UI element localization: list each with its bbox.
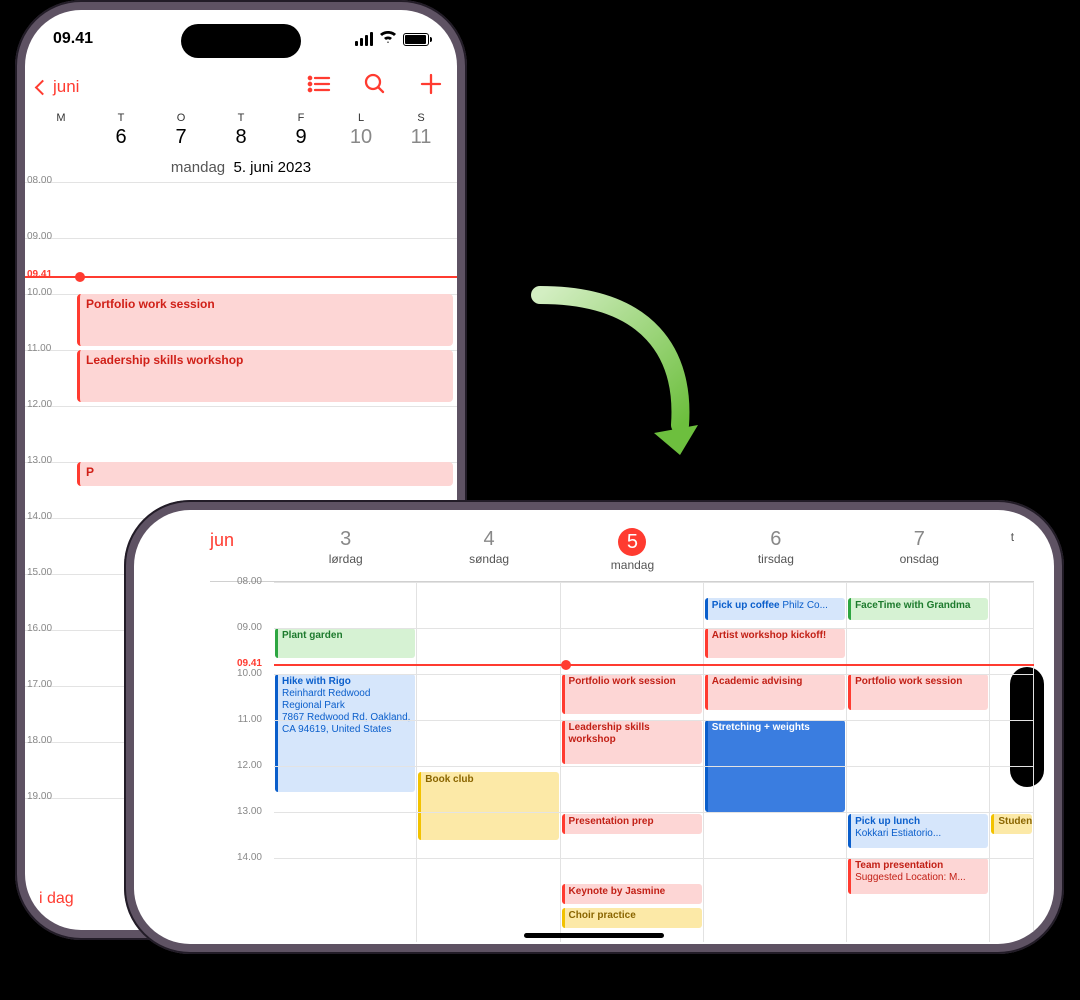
- status-icons: [355, 30, 429, 49]
- day-select[interactable]: 6: [91, 126, 151, 149]
- list-icon[interactable]: [307, 72, 331, 96]
- day-col-head[interactable]: 3lørdag: [274, 528, 417, 566]
- day-select[interactable]: 10: [331, 126, 391, 149]
- time-column: 08.0009.0010.0011.0012.0013.0014.0009.41: [210, 582, 274, 942]
- status-time: 09.41: [53, 30, 93, 48]
- event[interactable]: FaceTime with Grandma: [848, 598, 988, 620]
- day-select[interactable]: 9: [271, 126, 331, 149]
- day-select[interactable]: 5: [31, 126, 91, 149]
- col-mon: Portfolio work session Leadership skills …: [561, 582, 704, 942]
- weekday-row: MTOTFLS: [25, 104, 457, 126]
- event[interactable]: Keynote by Jasmine: [562, 884, 702, 904]
- event[interactable]: Leadership skills workshop: [77, 350, 453, 402]
- event[interactable]: Portfolio work session: [848, 674, 988, 710]
- battery-icon: [403, 33, 429, 46]
- chevron-left-icon: [35, 79, 51, 95]
- week-view: jun 3lørdag 4søndag 5mandag 6tirsdag 7on…: [210, 528, 1034, 934]
- event[interactable]: Leadership skills workshop: [562, 720, 702, 764]
- calendar-nav: juni: [25, 64, 457, 104]
- add-icon[interactable]: [419, 72, 443, 96]
- today-button[interactable]: i dag: [39, 890, 74, 908]
- wifi-icon: [379, 30, 397, 49]
- event[interactable]: Plant garden: [275, 628, 415, 658]
- signal-icon: [355, 32, 373, 46]
- col-tue: Pick up coffee Philz Co... Artist worksho…: [704, 582, 847, 942]
- col-wed: FaceTime with Grandma Portfolio work sess…: [847, 582, 990, 942]
- day-col-head[interactable]: 5mandag: [561, 528, 704, 572]
- rotate-arrow: [510, 285, 710, 475]
- event[interactable]: Portfolio work session: [562, 674, 702, 714]
- event[interactable]: Book club: [418, 772, 558, 840]
- col-thu: Student: [990, 582, 1034, 942]
- day-col-head[interactable]: 6tirsdag: [704, 528, 847, 566]
- event[interactable]: Student: [991, 814, 1032, 834]
- day-col-head[interactable]: 4søndag: [417, 528, 560, 566]
- day-col-head[interactable]: 7onsdag: [848, 528, 991, 566]
- col-sun: Book club: [417, 582, 560, 942]
- home-indicator[interactable]: [524, 933, 664, 938]
- day-columns[interactable]: Plant garden Hike with RigoReinhardt Redw…: [274, 582, 1034, 942]
- day-select[interactable]: 11: [391, 126, 451, 149]
- event[interactable]: Presentation prep: [562, 814, 702, 834]
- event[interactable]: Hike with RigoReinhardt Redwood Regional…: [275, 674, 415, 792]
- col-sat: Plant garden Hike with RigoReinhardt Redw…: [274, 582, 417, 942]
- date-heading: mandag 5. juni 2023: [25, 153, 457, 182]
- week-header: jun 3lørdag 4søndag 5mandag 6tirsdag 7on…: [210, 528, 1034, 582]
- event[interactable]: Academic advising: [705, 674, 845, 710]
- event[interactable]: P: [77, 462, 453, 486]
- back-button[interactable]: juni: [37, 77, 79, 97]
- event[interactable]: Artist workshop kickoff!: [705, 628, 845, 658]
- event[interactable]: Pick up lunchKokkari Estiatorio...: [848, 814, 988, 848]
- dynamic-island: [181, 24, 301, 58]
- event[interactable]: Choir practice: [562, 908, 702, 928]
- month-label[interactable]: jun: [210, 528, 274, 551]
- event[interactable]: Pick up coffee Philz Co...: [705, 598, 845, 620]
- screen-landscape: jun 3lørdag 4søndag 5mandag 6tirsdag 7on…: [134, 510, 1054, 944]
- day-select[interactable]: 8: [211, 126, 271, 149]
- day-select[interactable]: 7: [151, 126, 211, 149]
- event[interactable]: Portfolio work session: [77, 294, 453, 346]
- search-icon[interactable]: [363, 72, 387, 96]
- event[interactable]: Team presentationSuggested Location: M..…: [848, 858, 988, 894]
- daynum-row: 5 6 7 8 9 10 11: [25, 126, 457, 153]
- back-label: juni: [53, 77, 79, 97]
- day-col-head[interactable]: t: [991, 528, 1034, 544]
- iphone-landscape: jun 3lørdag 4søndag 5mandag 6tirsdag 7on…: [124, 500, 1064, 954]
